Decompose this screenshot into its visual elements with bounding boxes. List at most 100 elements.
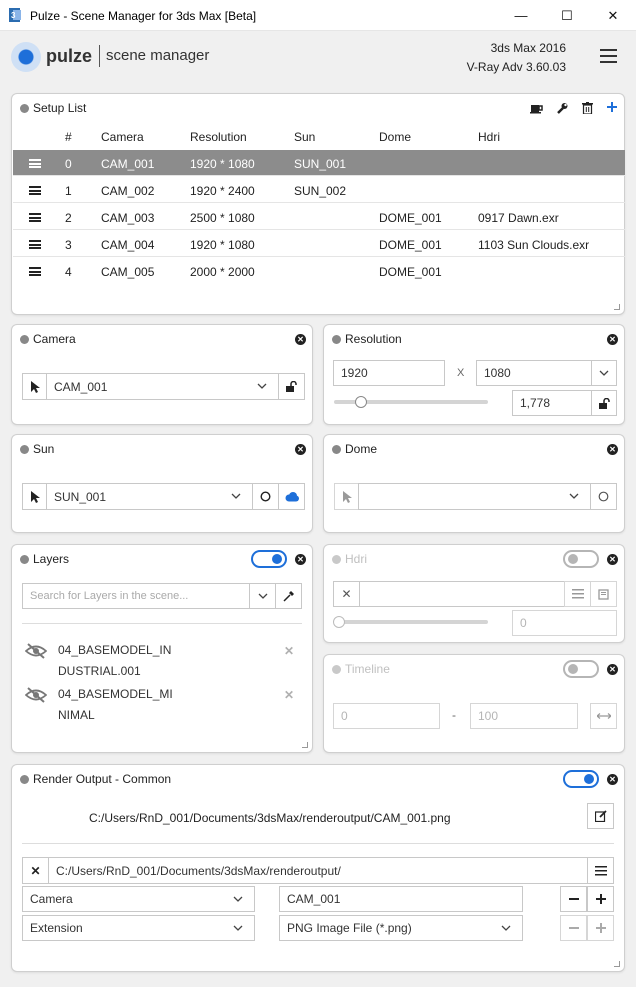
token1-value-text: CAM_001 [287,892,341,906]
hdri-slider-handle[interactable] [333,616,345,628]
edit-path-button[interactable] [587,803,614,829]
camera-select[interactable]: CAM_001 [46,373,279,400]
resize-grip[interactable] [302,742,308,748]
toggle-knob [584,774,594,784]
unlock-icon [598,397,610,409]
col-header-dome[interactable]: Dome [379,130,411,144]
output-folder-input[interactable]: C:/Users/RnD_001/Documents/3dsMax/render… [48,857,588,884]
pick-sun-button[interactable] [22,483,47,510]
pick-dome-button[interactable] [334,483,359,510]
sun-cloud-button[interactable] [278,483,305,510]
close-panel-icon[interactable]: ✕ [295,334,306,345]
token1-remove-button[interactable] [560,886,587,912]
close-panel-icon[interactable]: ✕ [607,444,618,455]
drag-handle-icon[interactable] [29,240,41,249]
panel-dot-icon [20,103,29,113]
close-panel-icon[interactable]: ✕ [295,554,306,565]
table-row[interactable]: 0 CAM_001 1920 * 1080 SUN_001 [13,150,625,176]
drag-handle-icon[interactable] [29,267,41,276]
resize-grip[interactable] [614,961,620,967]
sun-target-button[interactable] [252,483,279,510]
layers-toggle[interactable] [251,550,287,568]
resolution-width-input[interactable]: 1920 [333,360,445,386]
col-header-resolution[interactable]: Resolution [190,130,247,144]
token2-remove-button[interactable] [560,915,587,941]
hdri-slider[interactable] [334,620,488,624]
folder-list-button[interactable] [587,857,614,884]
maximize-button[interactable]: ☐ [544,0,590,31]
layer-search-dropdown[interactable] [249,583,276,609]
lock-camera-button[interactable] [278,373,305,400]
close-panel-icon[interactable]: ✕ [607,774,618,785]
clear-hdri-button[interactable]: ✕ [333,581,360,607]
sun-select[interactable]: SUN_001 [46,483,253,510]
row-camera: CAM_005 [101,265,155,279]
token2-add-button[interactable] [587,915,614,941]
close-icon: ✕ [607,7,619,23]
table-row[interactable]: 2 CAM_003 2500 * 1080 DOME_001 0917 Dawn… [13,204,625,230]
book-icon [598,588,609,600]
drag-handle-icon[interactable] [29,186,41,195]
close-panel-icon[interactable]: ✕ [607,554,618,565]
timeline-start-input[interactable]: 0 [333,703,440,729]
eye-hidden-icon[interactable] [25,643,47,659]
token1-value-input[interactable]: CAM_001 [279,886,523,912]
lock-ratio-button[interactable] [591,390,617,416]
hdri-value-input[interactable]: 0 [512,610,617,636]
remove-layer-icon[interactable]: ✕ [284,644,294,658]
timeline-separator: - [452,708,456,722]
resize-grip[interactable] [614,304,620,310]
token1-type-select[interactable]: Camera [22,886,255,912]
hdri-browse-button[interactable] [590,581,617,607]
cursor-icon [342,490,352,503]
trash-icon[interactable] [582,102,593,114]
eye-hidden-icon[interactable] [25,687,47,703]
pick-camera-button[interactable] [22,373,47,400]
col-header-sun[interactable]: Sun [294,130,315,144]
drag-handle-icon[interactable] [29,213,41,222]
close-panel-icon[interactable]: ✕ [295,444,306,455]
token1-add-button[interactable] [587,886,614,912]
aspect-ratio-value: 1,778 [520,396,551,410]
token2-type-select[interactable]: Extension [22,915,255,941]
col-header-num[interactable]: # [65,130,72,144]
col-header-camera[interactable]: Camera [101,130,144,144]
aspect-ratio-input[interactable]: 1,778 [512,390,592,416]
resolution-height-input[interactable]: 1080 [476,360,592,386]
timeline-end-input[interactable]: 100 [470,703,578,729]
col-header-hdri[interactable]: Hdri [478,130,500,144]
layer-search-input[interactable]: Search for Layers in the scene... [22,583,250,609]
close-panel-icon[interactable]: ✕ [607,334,618,345]
table-row[interactable]: 3 CAM_004 1920 * 1080 DOME_001 1103 Sun … [13,231,625,257]
token2-value-select[interactable]: PNG Image File (*.png) [279,915,523,941]
resolution-preset-dropdown[interactable] [591,360,617,386]
wrench-icon[interactable] [556,102,568,114]
coffee-icon[interactable] [530,102,543,114]
dome-select[interactable] [358,483,591,510]
hamburger-icon[interactable] [600,49,617,63]
cloud-icon [285,491,299,501]
minimize-button[interactable]: — [498,0,544,31]
close-panel-icon[interactable]: ✕ [607,664,618,675]
timeline-range-button[interactable] [590,703,617,729]
aspect-slider-handle[interactable] [355,396,367,408]
hdri-path-input[interactable] [359,581,565,607]
table-row[interactable]: 1 CAM_002 1920 * 2400 SUN_002 [13,177,625,203]
row-sun: SUN_001 [294,157,347,171]
close-button[interactable]: ✕ [590,0,636,31]
layer-picker-button[interactable] [275,583,302,609]
hdri-list-button[interactable] [564,581,591,607]
row-dome: DOME_001 [379,211,442,225]
hdri-toggle[interactable] [563,550,599,568]
render-output-toggle[interactable] [563,770,599,788]
drag-handle-icon[interactable] [29,159,41,168]
clear-folder-button[interactable]: ✕ [22,857,49,884]
table-row[interactable]: 4 CAM_005 2000 * 2000 DOME_001 [13,258,625,284]
dome-target-button[interactable] [590,483,617,510]
row-num: 3 [65,238,72,252]
row-camera: CAM_003 [101,211,155,225]
resolution-title: Resolution [332,332,402,346]
timeline-toggle[interactable] [563,660,599,678]
plus-icon[interactable] [607,102,617,112]
remove-layer-icon[interactable]: ✕ [284,688,294,702]
